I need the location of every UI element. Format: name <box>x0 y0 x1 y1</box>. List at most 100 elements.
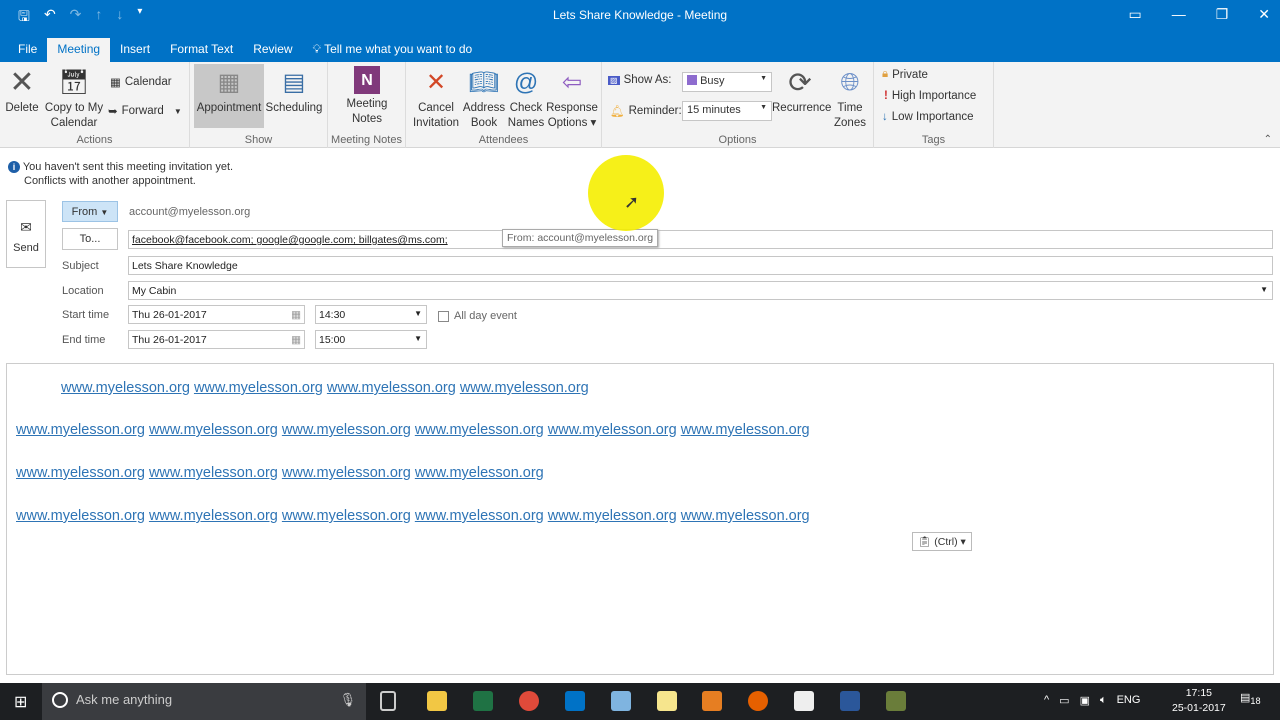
paste-options-button[interactable]: 📋︎ (Ctrl) ▾ <box>912 532 972 551</box>
appointment-icon: ▦ <box>217 68 241 96</box>
calendar-picker-icon[interactable]: ▦ <box>291 309 301 321</box>
notification-icon[interactable]: ▤18 <box>1240 691 1261 706</box>
tab-meeting[interactable]: Meeting <box>47 38 111 62</box>
body-link[interactable]: www.myelesson.org <box>282 465 411 481</box>
collapse-ribbon-icon[interactable]: ⌃ <box>1264 134 1272 145</box>
minimize-button[interactable]: — <box>1172 6 1186 23</box>
body-link[interactable]: www.myelesson.org <box>282 422 411 438</box>
message-body[interactable]: www.myelesson.org www.myelesson.org www.my… <box>6 363 1274 675</box>
cancel-invitation-icon: ✕ <box>425 68 447 96</box>
tab-review[interactable]: Review <box>243 38 302 62</box>
checkbox-icon <box>438 310 449 322</box>
body-link[interactable]: www.myelesson.org <box>548 508 677 524</box>
subject-field[interactable]: Lets Share Knowledge <box>128 256 1273 275</box>
calendar-button[interactable]: ▦ Calendar <box>110 75 172 89</box>
group-meeting-notes: N Meeting Notes Meeting Notes <box>328 62 406 148</box>
show-as-select[interactable]: Busy ▼ <box>682 72 772 92</box>
maximize-button[interactable]: ❐ <box>1216 6 1229 23</box>
location-field[interactable]: My Cabin ▼ <box>128 281 1273 300</box>
body-link[interactable]: www.myelesson.org <box>415 508 544 524</box>
tab-format-text[interactable]: Format Text <box>160 38 243 62</box>
close-button[interactable]: ✕ <box>1258 6 1270 23</box>
file-explorer-icon[interactable] <box>427 691 447 711</box>
system-tray[interactable]: ^ ▭ ▣ 🔈︎ ENG <box>1044 694 1140 707</box>
calendar-copy-icon: 📅︎ <box>58 68 90 96</box>
globe-icon: 🌐︎ <box>840 68 860 96</box>
calendar-picker-icon[interactable]: ▦ <box>291 334 301 346</box>
body-link[interactable]: www.myelesson.org <box>548 422 677 438</box>
tab-insert[interactable]: Insert <box>110 38 160 62</box>
send-envelope-icon: ✉ <box>20 219 32 235</box>
excel-icon[interactable] <box>473 691 493 711</box>
recurrence-icon: ⟳ <box>788 66 812 98</box>
exclamation-icon: ! <box>884 90 888 102</box>
response-options-button[interactable]: ⇦ Response Options ▾ <box>546 66 598 131</box>
scheduling-button[interactable]: ▤ Scheduling <box>264 66 324 116</box>
body-link[interactable]: www.myelesson.org <box>149 422 278 438</box>
app-icon[interactable] <box>886 691 906 711</box>
body-link[interactable]: www.myelesson.org <box>61 380 190 396</box>
windows-start-icon[interactable]: ⊞ <box>14 692 27 712</box>
time-zones-button[interactable]: 🌐︎ Time Zones <box>830 66 870 131</box>
chrome-icon[interactable] <box>519 691 539 711</box>
cancel-invitation-button[interactable]: ✕ Cancel Invitation <box>410 66 462 131</box>
body-link[interactable]: www.myelesson.org <box>681 422 810 438</box>
media-player-icon[interactable] <box>702 691 722 711</box>
onenote-icon: N <box>354 66 380 94</box>
body-link[interactable]: www.myelesson.org <box>194 380 323 396</box>
tell-me-box[interactable]: 💡︎ Tell me what you want to do <box>303 38 483 62</box>
start-date-field[interactable]: Thu 26-01-2017 ▦ <box>128 305 305 324</box>
app-icon[interactable] <box>611 691 631 711</box>
body-link[interactable]: www.myelesson.org <box>415 465 544 481</box>
low-importance-button[interactable]: ↓ Low Importance <box>882 111 974 123</box>
network-icon: ▣ <box>1079 695 1090 707</box>
task-view-icon[interactable] <box>380 691 396 711</box>
body-link[interactable]: www.myelesson.org <box>16 422 145 438</box>
start-time-label: Start time <box>62 309 110 321</box>
appointment-button[interactable]: ▦ Appointment <box>194 64 264 128</box>
body-link[interactable]: www.myelesson.org <box>149 508 278 524</box>
location-dropdown-icon[interactable]: ▼ <box>1260 285 1268 294</box>
recurrence-button[interactable]: ⟳ Recurrence <box>772 66 831 116</box>
start-time-select[interactable]: 14:30 ▼ <box>315 305 427 324</box>
group-options: ▨ Show As: Busy ▼ 🔔︎ Reminder: 15 minutes ▼ … <box>602 62 874 148</box>
outlook-icon[interactable] <box>565 691 585 711</box>
sticky-notes-icon[interactable] <box>657 691 677 711</box>
end-time-select[interactable]: 15:00 ▼ <box>315 330 427 349</box>
firefox-icon[interactable] <box>748 691 768 711</box>
to-field[interactable]: facebook@facebook.com; google@google.com… <box>128 230 1273 249</box>
from-button[interactable]: From ▼ <box>62 201 118 222</box>
send-button[interactable]: ✉ Send <box>6 200 46 268</box>
ribbon-display-icon[interactable]: ▭ <box>1128 6 1141 23</box>
copy-to-calendar-button[interactable]: 📅︎ Copy to My Calendar <box>42 66 106 131</box>
forward-button[interactable]: ➥ Forward ▼ <box>108 104 182 118</box>
tab-file[interactable]: File <box>8 38 47 62</box>
high-importance-button[interactable]: ! High Importance <box>884 90 976 102</box>
calendar-icon: ▦ <box>110 77 121 89</box>
body-link[interactable]: www.myelesson.org <box>415 422 544 438</box>
check-names-button[interactable]: @ Check Names <box>506 66 546 131</box>
end-time-label: End time <box>62 334 106 346</box>
chevron-up-icon[interactable]: ^ <box>1044 694 1049 707</box>
clock[interactable]: 17:15 25-01-2017 <box>1172 686 1226 716</box>
body-link[interactable]: www.myelesson.org <box>327 380 456 396</box>
to-button[interactable]: To... <box>62 228 118 250</box>
clipboard-icon: 📋︎ <box>918 536 932 548</box>
private-button[interactable]: 🔒︎ Private <box>882 68 928 81</box>
body-link[interactable]: www.myelesson.org <box>149 465 278 481</box>
language-indicator[interactable]: ENG <box>1117 694 1141 707</box>
all-day-checkbox[interactable]: All day event <box>438 310 517 322</box>
body-link[interactable]: www.myelesson.org <box>16 508 145 524</box>
end-date-field[interactable]: Thu 26-01-2017 ▦ <box>128 330 305 349</box>
delete-button[interactable]: ✕ Delete <box>4 66 40 116</box>
meeting-notes-button[interactable]: N Meeting Notes <box>338 66 396 127</box>
word-icon[interactable] <box>840 691 860 711</box>
body-link[interactable]: www.myelesson.org <box>282 508 411 524</box>
body-link[interactable]: www.myelesson.org <box>681 508 810 524</box>
reminder-select[interactable]: 15 minutes ▼ <box>682 101 772 121</box>
store-icon[interactable] <box>794 691 814 711</box>
body-link[interactable]: www.myelesson.org <box>460 380 589 396</box>
address-book-button[interactable]: 📖︎ Address Book <box>462 66 506 131</box>
body-link[interactable]: www.myelesson.org <box>16 465 145 481</box>
cortana-search-box[interactable]: Ask me anything 🎙︎ <box>42 683 366 720</box>
